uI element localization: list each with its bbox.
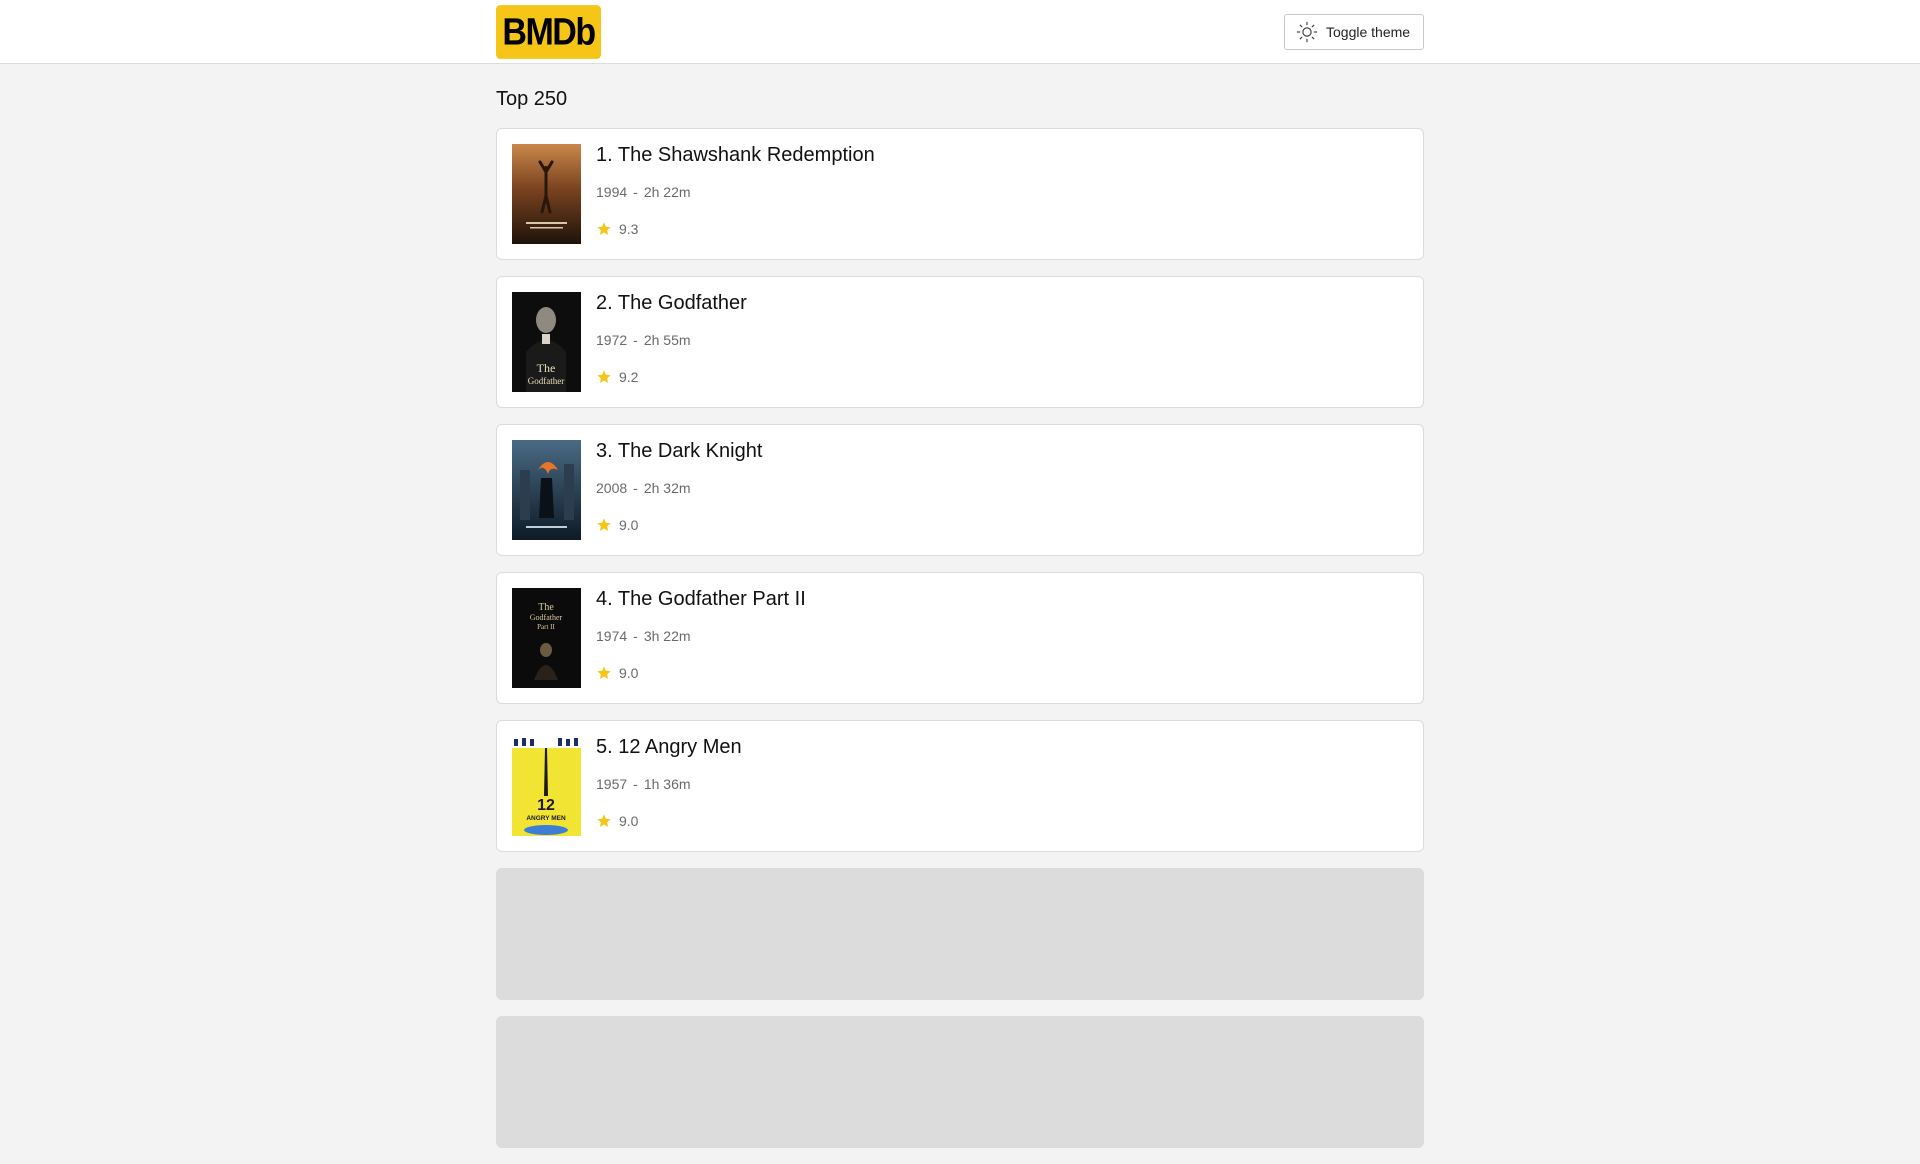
meta-separator: - [633,480,638,496]
movie-poster-godfather-part-ii[interactable]: The Godfather Part II [512,588,581,688]
movie-runtime: 2h 32m [643,480,691,496]
meta-separator: - [633,332,638,348]
rating-value: 9.0 [619,665,639,681]
rating-value: 9.3 [619,221,639,237]
star-icon [597,666,611,679]
movie-title[interactable]: 2. The Godfather [596,292,747,315]
movie-meta: 1974-3h 22m [596,628,691,644]
movie-title[interactable]: 5. 12 Angry Men [596,736,742,759]
star-icon [597,222,611,235]
movie-rating: 9.0 [596,665,638,681]
movie-meta: 2008-2h 32m [596,480,691,496]
movie-card[interactable]: The Godfather Part II 4. The Godfather P… [496,572,1424,704]
svg-text:The: The [537,361,556,375]
star-icon [597,518,611,531]
movie-year: 2008 [596,480,628,496]
toggle-theme-label: Toggle theme [1326,24,1411,40]
movie-rating: 9.2 [596,369,638,385]
movie-runtime: 1h 36m [643,776,691,792]
movie-poster-dark-knight[interactable] [512,440,581,540]
movie-runtime: 2h 22m [643,184,691,200]
movie-poster-shawshank[interactable] [512,144,581,244]
movie-meta: 1957-1h 36m [596,776,691,792]
movie-card[interactable]: 1. The Shawshank Redemption 1994-2h 22m … [496,128,1424,260]
movie-meta: 1994-2h 22m [596,184,691,200]
movie-title[interactable]: 1. The Shawshank Redemption [596,144,875,167]
loading-skeleton-card [496,868,1424,1000]
svg-text:The: The [538,602,554,613]
movie-rating: 9.0 [596,813,638,829]
loading-skeleton-card [496,1016,1424,1148]
page-title: Top 250 [496,88,568,110]
movie-title[interactable]: 4. The Godfather Part II [596,588,806,611]
meta-separator: - [633,776,638,792]
movie-list: 1. The Shawshank Redemption 1994-2h 22m … [496,128,1424,1164]
svg-text:ANGRY MEN: ANGRY MEN [526,815,566,822]
meta-separator: - [633,628,638,644]
movie-card[interactable]: 12 ANGRY MEN 5. 12 Angry Men 1957-1h 36m… [496,720,1424,852]
star-icon [597,814,611,827]
bmdb-logo[interactable]: BMDb [496,5,601,59]
star-icon [597,370,611,383]
movie-poster-12-angry-men[interactable]: 12 ANGRY MEN [512,736,581,836]
movie-rating: 9.0 [596,517,638,533]
movie-year: 1957 [596,776,628,792]
movie-runtime: 3h 22m [643,628,691,644]
movie-year: 1994 [596,184,628,200]
movie-title[interactable]: 3. The Dark Knight [596,440,762,463]
svg-text:12: 12 [537,797,555,814]
movie-year: 1974 [596,628,628,644]
rating-value: 9.0 [619,813,639,829]
top-header: BMDb Toggle theme [0,0,1920,64]
rating-value: 9.2 [619,369,639,385]
toggle-theme-button[interactable]: Toggle theme [1284,14,1424,50]
movie-card[interactable]: The Godfather 2. The Godfather 1972-2h 5… [496,276,1424,408]
movie-runtime: 2h 55m [643,332,691,348]
svg-text:Godfather: Godfather [528,376,564,386]
movie-meta: 1972-2h 55m [596,332,691,348]
meta-separator: - [633,184,638,200]
svg-text:Godfather: Godfather [530,613,563,622]
rating-value: 9.0 [619,517,639,533]
movie-rating: 9.3 [596,221,638,237]
svg-text:Part II: Part II [537,623,555,631]
movie-year: 1972 [596,332,628,348]
movie-poster-godfather[interactable]: The Godfather [512,292,581,392]
sun-icon [1296,21,1318,43]
movie-card[interactable]: 3. The Dark Knight 2008-2h 32m 9.0 [496,424,1424,556]
